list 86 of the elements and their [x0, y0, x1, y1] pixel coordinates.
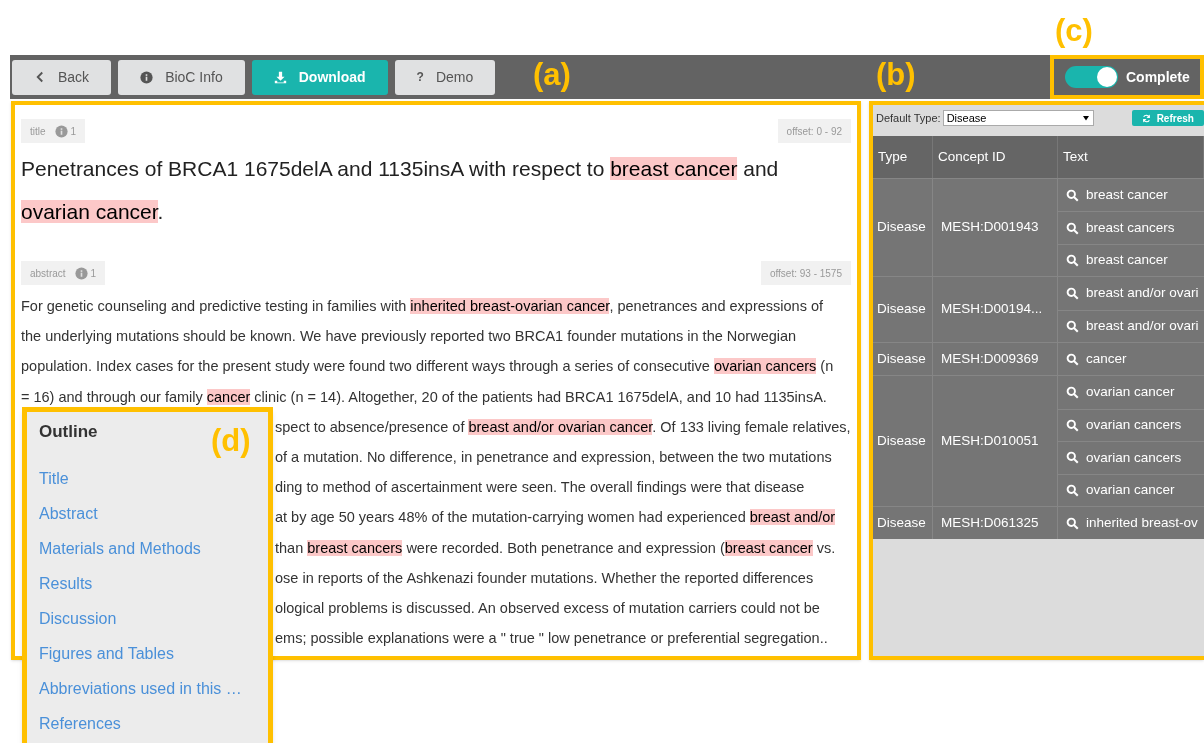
text-line: Penetrances of BRCA1 1675delA and 1135insA with respect to breast cancer and	[21, 156, 779, 182]
offset-label: offset: 0 - 92	[777, 119, 851, 143]
question-mark-icon: ?	[416, 68, 424, 86]
search-icon	[1066, 352, 1079, 366]
mention-link[interactable]: ovarian cancers	[1058, 408, 1204, 442]
text-line: For genetic counseling and predictive testing in families with inherited breast-ovarian cancer, penetrances and expressions of	[21, 297, 823, 316]
offset-label: offset: 93 - 1575	[760, 261, 851, 285]
search-icon	[1066, 418, 1079, 432]
highlighted-term[interactable]: cancer	[206, 388, 251, 405]
table-cell: Disease	[873, 506, 933, 540]
type-dropdown[interactable]: Disease	[942, 110, 1094, 126]
search-icon	[1066, 451, 1079, 465]
mention-link[interactable]: inherited breast-ov	[1058, 506, 1204, 540]
mention-link[interactable]: breast and/or ovari	[1058, 277, 1204, 310]
text-line: = 16) and through our family cancer clinic (n = 14). Altogether, 20 of the patients had BRCA1 1675delA, and 10 had 1135insA.	[21, 387, 827, 407]
outline-link[interactable]: Results	[39, 569, 93, 605]
annotation-count: 1	[90, 266, 97, 281]
text-line: at by age 50 years 48% of the mutation-carrying women had experienced breast and/or	[275, 508, 836, 528]
mention-link[interactable]: cancer	[1058, 342, 1204, 376]
search-icon	[1066, 286, 1079, 300]
mention-link[interactable]: ovarian cancers	[1058, 441, 1204, 474]
back-button[interactable]: Back	[12, 59, 112, 95]
refresh-button[interactable]: Refresh	[1131, 110, 1204, 126]
search-icon	[1066, 319, 1079, 333]
table-cell: Disease	[873, 376, 933, 506]
toggle-label: Complete	[1126, 67, 1190, 87]
refresh-icon	[1141, 113, 1151, 123]
download-button[interactable]: Download	[251, 59, 388, 95]
table-cell: MESH:D010051	[933, 376, 1058, 506]
highlighted-term[interactable]: breast and/or ovarian cancer	[468, 418, 653, 435]
info-button[interactable]: BioC Info	[118, 59, 245, 95]
search-icon	[1066, 386, 1079, 400]
text-line: ding to method of ascertainment were seen. The overall findings were that disease	[275, 478, 805, 498]
text-line: ems; possible explanations were a " true " low penetrance or preferential segregation..	[275, 629, 828, 649]
search-icon	[1066, 221, 1079, 235]
annotation-count: 1	[70, 124, 77, 139]
table-cell: Disease	[873, 277, 933, 342]
text-line: than breast cancers were recorded. Both penetrance and expression (breast cancer vs.	[275, 538, 836, 558]
toggle-switch[interactable]	[1065, 66, 1118, 88]
outline-link[interactable]: Discussion	[39, 604, 117, 640]
highlighted-term[interactable]: breast cancer	[724, 539, 813, 556]
outline-link[interactable]: Materials and Methods	[39, 534, 201, 570]
info-icon	[74, 266, 88, 280]
demo-button[interactable]: ? Demo	[394, 59, 496, 95]
highlighted-term[interactable]: breast cancers	[307, 539, 403, 556]
text-line: ological problems is discussed. An observed excess of mutation carriers could not be	[275, 599, 820, 619]
text-line: spect to absence/presence of breast and/or ovarian cancer. Of 133 living female relatives,	[275, 417, 851, 437]
info-icon	[140, 70, 154, 84]
search-icon	[1066, 483, 1079, 497]
outline-link[interactable]: References	[39, 709, 121, 743]
dropdown-arrow-icon	[1081, 114, 1090, 122]
outline-link[interactable]: Abbreviations used in this …	[39, 674, 242, 710]
search-icon	[1066, 188, 1079, 202]
highlighted-term[interactable]: breast cancer	[610, 157, 738, 180]
mention-link[interactable]: ovarian cancer	[1058, 473, 1204, 506]
mention-link[interactable]: breast and/or ovari	[1058, 309, 1204, 342]
info-icon	[54, 124, 68, 138]
figure-label: (b)	[876, 56, 916, 94]
table-cell: MESH:D061325	[933, 506, 1058, 540]
text-line: ovarian cancer.	[21, 199, 164, 225]
default-type-label: Default Type:	[876, 110, 941, 126]
text-line: the underlying mutations should be known. We have previously reported two BRCA1 founder mutations in the Norwegian	[21, 327, 797, 347]
mention-link[interactable]: breast cancer	[1058, 179, 1204, 212]
mention-link[interactable]: ovarian cancer	[1058, 376, 1204, 409]
highlighted-term[interactable]: ovarian cancers	[713, 358, 817, 375]
outline-title: Outline	[39, 421, 98, 443]
mention-link[interactable]: breast cancers	[1058, 211, 1204, 244]
highlighted-term[interactable]: inherited breast-ovarian cancer	[410, 298, 610, 314]
table-cell: MESH:D00194...	[933, 277, 1058, 342]
search-icon	[1066, 516, 1079, 530]
text-line: population. Index cases for the present study were found two different ways through a series of consecutive ovarian cancers (n	[21, 357, 834, 377]
section-tag: title 1	[21, 119, 86, 143]
highlighted-term[interactable]: ovarian cancer	[21, 200, 158, 223]
figure-label: (c)	[1055, 12, 1093, 50]
outline-link[interactable]: Title	[39, 464, 69, 500]
section-tag: abstract 1	[21, 261, 106, 285]
download-icon	[273, 70, 287, 84]
text-line: of a mutation. No difference, in penetrance and expression, between the two mutations	[275, 448, 832, 467]
outline-link[interactable]: Figures and Tables	[39, 639, 174, 675]
figure-label: (d)	[211, 422, 251, 460]
figure-label: (a)	[533, 56, 571, 94]
text-line: ose in reports of the Ashkenazi founder mutations. Whether the reported differences	[275, 568, 814, 588]
highlighted-term[interactable]: breast and/or	[749, 509, 836, 526]
chevron-left-icon	[34, 71, 46, 83]
search-icon	[1066, 253, 1079, 267]
outline-link[interactable]: Abstract	[39, 499, 98, 535]
